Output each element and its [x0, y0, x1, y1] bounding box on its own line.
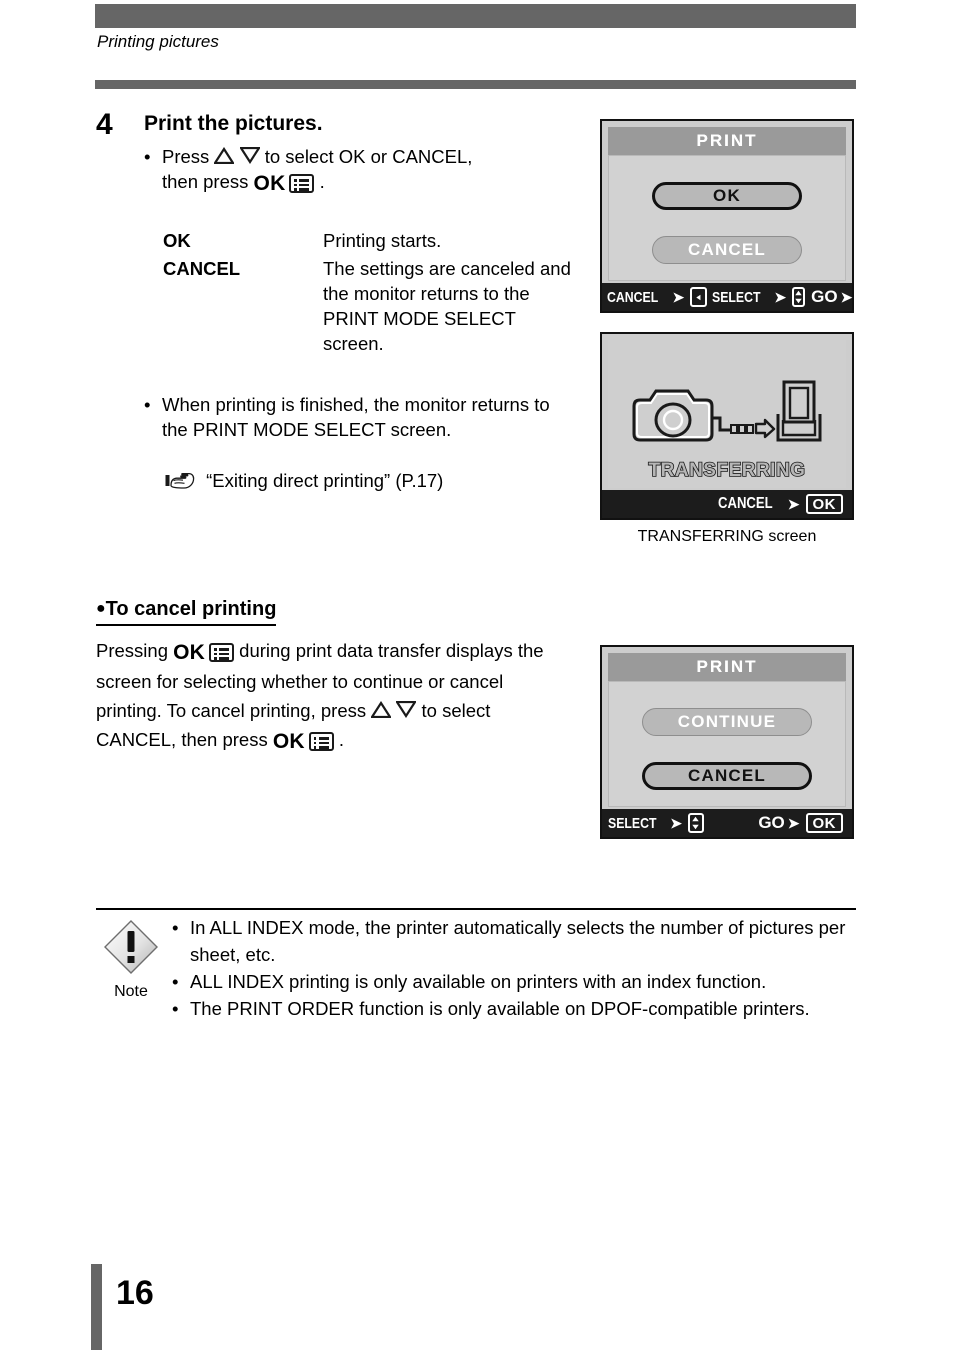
screen-caption-transferring: TRANSFERRING screen	[637, 528, 817, 545]
def-term-cancel: CANCEL	[163, 258, 241, 279]
status-arrow-icon: ➤	[774, 288, 787, 305]
page-edge-tab	[91, 1264, 102, 1350]
down-triangle-icon	[238, 145, 261, 165]
bullet1-line2-pre: then press	[162, 171, 249, 192]
up-triangle-icon	[213, 145, 236, 165]
step-bullet-1: • Press to select OK or CANCEL, then pre…	[142, 144, 582, 196]
transferring-label: TRANSFERRING	[648, 459, 806, 482]
screen-print-ok-cancel: PRINT OK CANCEL CANCEL ➤ SELECT ➤ GO ➤ O…	[600, 119, 896, 313]
menu-list-icon	[289, 174, 315, 193]
lcd-button-cancel[interactable]: CANCEL	[642, 762, 812, 790]
cancel-para-part1: Pressing	[96, 640, 168, 661]
note-list-item: • In ALL INDEX mode, the printer automat…	[168, 914, 858, 968]
cancel-printing-paragraph: Pressing OK during print data transfer d…	[96, 636, 561, 756]
cross-reference: “Exiting direct printing” (P.17)	[165, 470, 443, 495]
note-label: Note	[114, 983, 148, 1000]
status-label-select: SELECT	[712, 288, 761, 306]
note-list-item: • The PRINT ORDER function is only avail…	[168, 995, 858, 1022]
status-label-go: GO	[811, 287, 838, 306]
ok-letters: OK	[272, 730, 305, 753]
down-triangle-icon	[395, 697, 418, 719]
ok-key-icon: OK	[805, 813, 843, 833]
screen-body: CONTINUE CANCEL	[608, 681, 846, 807]
header-divider-band	[95, 80, 856, 89]
bullet-dot: •	[144, 394, 151, 415]
note-item-text: In ALL INDEX mode, the printer automatic…	[190, 917, 846, 965]
note-list: • In ALL INDEX mode, the printer automat…	[168, 914, 858, 1022]
transferring-label-wrap: TRANSFERRING	[608, 459, 846, 482]
note-list-item: • ALL INDEX printing is only available o…	[168, 968, 858, 995]
ok-key-icon: OK	[858, 287, 896, 307]
screen-status-bar: CANCEL ➤ SELECT ➤ GO ➤ OK	[602, 283, 896, 311]
ok-key-icon: OK	[805, 494, 843, 514]
status-label-cancel: CANCEL	[607, 288, 659, 306]
screen-body: OK CANCEL	[608, 155, 846, 281]
screen-status-bar: CANCEL ➤ OK	[602, 490, 852, 518]
status-arrow-icon: ➤	[672, 288, 685, 305]
def-desc-ok: Printing starts.	[323, 230, 442, 251]
ok-button-glyph: OK	[254, 171, 315, 196]
bullet1-period: .	[319, 171, 325, 192]
header-top-band	[95, 4, 856, 28]
status-label-cancel: CANCEL	[718, 495, 773, 512]
def-term-ok: OK	[163, 230, 191, 251]
status-arrow-icon: ➤	[840, 288, 853, 305]
running-header-title: Printing pictures	[97, 32, 219, 51]
bullet-dot: •	[144, 146, 151, 167]
warning-diamond-icon	[102, 920, 160, 980]
ok-button-glyph: OK	[173, 638, 235, 667]
step-number: 4	[96, 108, 113, 141]
definition-row-ok: OK Printing starts.	[163, 228, 583, 253]
screen-title: PRINT	[608, 653, 846, 681]
note-item-text: ALL INDEX printing is only available on …	[190, 971, 767, 992]
note-icon-group: Note	[100, 918, 162, 1001]
screen-transferring: TRANSFERRING CANCEL ➤ OK	[600, 332, 854, 520]
note-separator-rule	[96, 908, 856, 910]
menu-list-icon	[308, 732, 334, 751]
step-bullet-2: • When printing is finished, the monitor…	[142, 392, 562, 442]
updown-key-icon	[792, 287, 806, 307]
def-desc-cancel: The settings are canceled and the monito…	[323, 258, 571, 354]
bullet2-text: When printing is finished, the monitor r…	[162, 394, 550, 440]
ok-button-glyph: OK	[273, 727, 334, 756]
screen-body: TRANSFERRING	[608, 340, 846, 488]
camera-to-printer-icon	[632, 380, 822, 442]
section-heading-cancel-printing: ●To cancel printing	[96, 598, 277, 626]
section-heading-text: To cancel printing	[105, 598, 277, 620]
up-triangle-icon	[370, 697, 393, 719]
status-arrow-icon: ➤	[670, 814, 682, 831]
lcd-button-ok[interactable]: OK	[652, 182, 802, 210]
lcd-button-continue[interactable]: CONTINUE	[642, 708, 812, 736]
cancel-para-part4: .	[338, 729, 345, 750]
bullet-dot: •	[172, 998, 179, 1019]
cross-reference-text: “Exiting direct printing” (P.17)	[206, 470, 444, 491]
bullet-filled-icon: ●	[96, 600, 106, 617]
definition-row-cancel: CANCEL The settings are canceled and the…	[163, 256, 583, 356]
status-label-go: GO	[758, 813, 785, 832]
definition-list: OK Printing starts. CANCEL The settings …	[163, 228, 583, 356]
bullet-dot: •	[172, 971, 179, 992]
status-label-select: SELECT	[608, 814, 657, 832]
status-arrow-icon: ➤	[787, 495, 800, 512]
screen-title: PRINT	[608, 127, 846, 155]
updown-key-icon	[687, 813, 704, 833]
step-title: Print the pictures.	[144, 112, 323, 135]
status-arrow-icon: ➤	[787, 814, 800, 831]
page-number: 16	[116, 1274, 154, 1312]
bullet1-text-mid: to select OK or CANCEL,	[264, 146, 473, 167]
screen-print-continue-cancel: PRINT CONTINUE CANCEL SELECT ➤ GO ➤ OK	[600, 645, 854, 839]
pointing-hand-icon	[165, 471, 195, 495]
left-key-icon	[690, 287, 708, 307]
transfer-illustration	[608, 378, 846, 450]
bullet-dot: •	[172, 917, 179, 938]
lcd-button-cancel[interactable]: CANCEL	[652, 236, 802, 264]
ok-letters: OK	[253, 172, 286, 195]
ok-letters: OK	[173, 641, 206, 664]
menu-list-icon	[209, 643, 235, 662]
bullet1-text-pre: Press	[162, 146, 210, 167]
note-item-text: The PRINT ORDER function is only availab…	[190, 998, 810, 1019]
screen-status-bar: SELECT ➤ GO ➤ OK	[602, 809, 852, 837]
